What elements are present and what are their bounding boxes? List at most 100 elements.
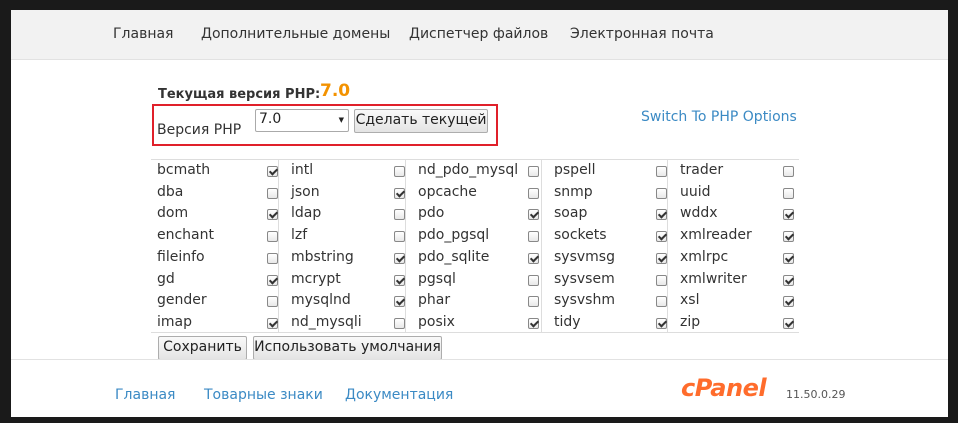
extension-row: mysqlnd [279, 290, 405, 312]
extension-checkbox[interactable] [656, 296, 667, 308]
extension-name: enchant [157, 227, 214, 244]
extension-checkbox[interactable] [656, 317, 667, 329]
extension-checkbox[interactable] [656, 166, 667, 177]
php-version-select[interactable]: 7.0 ▼ [255, 109, 349, 132]
extension-name: xmlwriter [680, 270, 747, 287]
extension-name: pgsql [418, 270, 456, 287]
switch-to-php-options-link[interactable]: Switch To PHP Options [641, 109, 797, 125]
footer-home-link[interactable]: Главная [115, 387, 175, 403]
extension-checkbox[interactable] [528, 209, 539, 221]
extension-name: intl [291, 162, 314, 178]
extension-row: lzf [279, 225, 405, 247]
extension-checkbox[interactable] [528, 317, 539, 329]
extension-checkbox[interactable] [783, 296, 794, 308]
nav-email[interactable]: Электронная почта [570, 26, 714, 42]
extension-checkbox[interactable] [783, 209, 794, 221]
extension-row: pdo_pgsql [406, 225, 541, 247]
extension-row: soap [542, 203, 667, 225]
extension-row: intl [279, 160, 405, 182]
extension-checkbox[interactable] [267, 252, 278, 264]
extension-row: sockets [542, 225, 667, 247]
extension-checkbox[interactable] [267, 209, 278, 221]
extension-row: xmlrpc [668, 247, 799, 269]
extension-row: xmlreader [668, 225, 799, 247]
extension-checkbox[interactable] [783, 231, 794, 243]
footer-divider [11, 359, 948, 360]
extension-checkbox[interactable] [528, 296, 539, 308]
extension-row: posix [406, 312, 541, 334]
extension-checkbox[interactable] [783, 252, 794, 264]
extension-name: pspell [554, 162, 596, 178]
extension-name: lzf [291, 227, 308, 244]
extension-checkbox[interactable] [394, 274, 405, 286]
extension-checkbox[interactable] [783, 166, 794, 177]
nav-home[interactable]: Главная [113, 26, 173, 42]
extension-checkbox[interactable] [528, 252, 539, 264]
cpanel-logo: cPanel [681, 374, 767, 402]
extension-name: mbstring [291, 248, 354, 265]
extension-name: zip [680, 313, 701, 330]
extension-checkbox[interactable] [267, 296, 278, 308]
extensions-column: intl json ldap lzf mbstring mcrypt mysqlnd nd_m… [278, 160, 405, 333]
extension-checkbox[interactable] [656, 274, 667, 286]
extension-checkbox[interactable] [656, 209, 667, 221]
extension-checkbox[interactable] [528, 166, 539, 177]
extension-checkbox[interactable] [394, 296, 405, 308]
extension-checkbox[interactable] [528, 187, 539, 199]
extension-checkbox[interactable] [394, 231, 405, 243]
extension-row: zip [668, 312, 799, 334]
extension-name: uuid [680, 183, 711, 200]
save-button[interactable]: Сохранить [158, 336, 247, 360]
extension-checkbox[interactable] [656, 231, 667, 243]
extension-row: trader [668, 160, 799, 182]
extension-name: pdo_pgsql [418, 227, 490, 244]
extension-checkbox[interactable] [656, 187, 667, 199]
extension-row: xsl [668, 290, 799, 312]
footer-trademarks-link[interactable]: Товарные знаки [204, 387, 323, 403]
extension-checkbox[interactable] [267, 231, 278, 243]
extension-name: dba [157, 183, 184, 200]
extension-checkbox[interactable] [267, 187, 278, 199]
make-current-button[interactable]: Сделать текущей [354, 109, 488, 133]
extension-checkbox[interactable] [783, 317, 794, 329]
footer-documentation-link[interactable]: Документация [345, 387, 453, 403]
extension-row: nd_pdo_mysql [406, 160, 541, 182]
extension-name: ldap [291, 205, 322, 222]
extension-checkbox[interactable] [394, 209, 405, 221]
extension-row: ldap [279, 203, 405, 225]
extension-checkbox[interactable] [394, 166, 405, 177]
extension-checkbox[interactable] [528, 274, 539, 286]
extension-checkbox[interactable] [267, 166, 278, 177]
extension-name: opcache [418, 183, 477, 200]
extension-row: fileinfo [151, 247, 278, 269]
extension-row: mbstring [279, 247, 405, 269]
extension-checkbox[interactable] [783, 274, 794, 286]
use-defaults-button[interactable]: Использовать умолчания [253, 336, 442, 360]
extension-checkbox[interactable] [783, 187, 794, 199]
extension-name: gender [157, 292, 207, 309]
extension-row: gd [151, 269, 278, 291]
extension-checkbox[interactable] [656, 252, 667, 264]
extension-row: uuid [668, 182, 799, 204]
extension-checkbox[interactable] [528, 231, 539, 243]
extension-row: phar [406, 290, 541, 312]
extension-checkbox[interactable] [394, 252, 405, 264]
cpanel-version: 11.50.0.29 [786, 388, 846, 401]
extension-checkbox[interactable] [267, 317, 278, 329]
nav-addon-domains[interactable]: Дополнительные домены [201, 26, 390, 42]
extension-checkbox[interactable] [394, 317, 405, 329]
extension-row: json [279, 182, 405, 204]
extension-row: tidy [542, 312, 667, 334]
selected-version: 7.0 [259, 111, 282, 127]
extension-row: dba [151, 182, 278, 204]
extension-name: mysqlnd [291, 292, 351, 309]
extension-row: snmp [542, 182, 667, 204]
extension-row: sysvshm [542, 290, 667, 312]
extension-name: imap [157, 313, 192, 330]
extension-checkbox[interactable] [394, 187, 405, 199]
extension-checkbox[interactable] [267, 274, 278, 286]
nav-file-manager[interactable]: Диспетчер файлов [409, 26, 548, 42]
extension-name: wddx [680, 205, 718, 222]
extension-name: posix [418, 313, 455, 330]
extension-name: nd_mysqli [291, 313, 362, 330]
